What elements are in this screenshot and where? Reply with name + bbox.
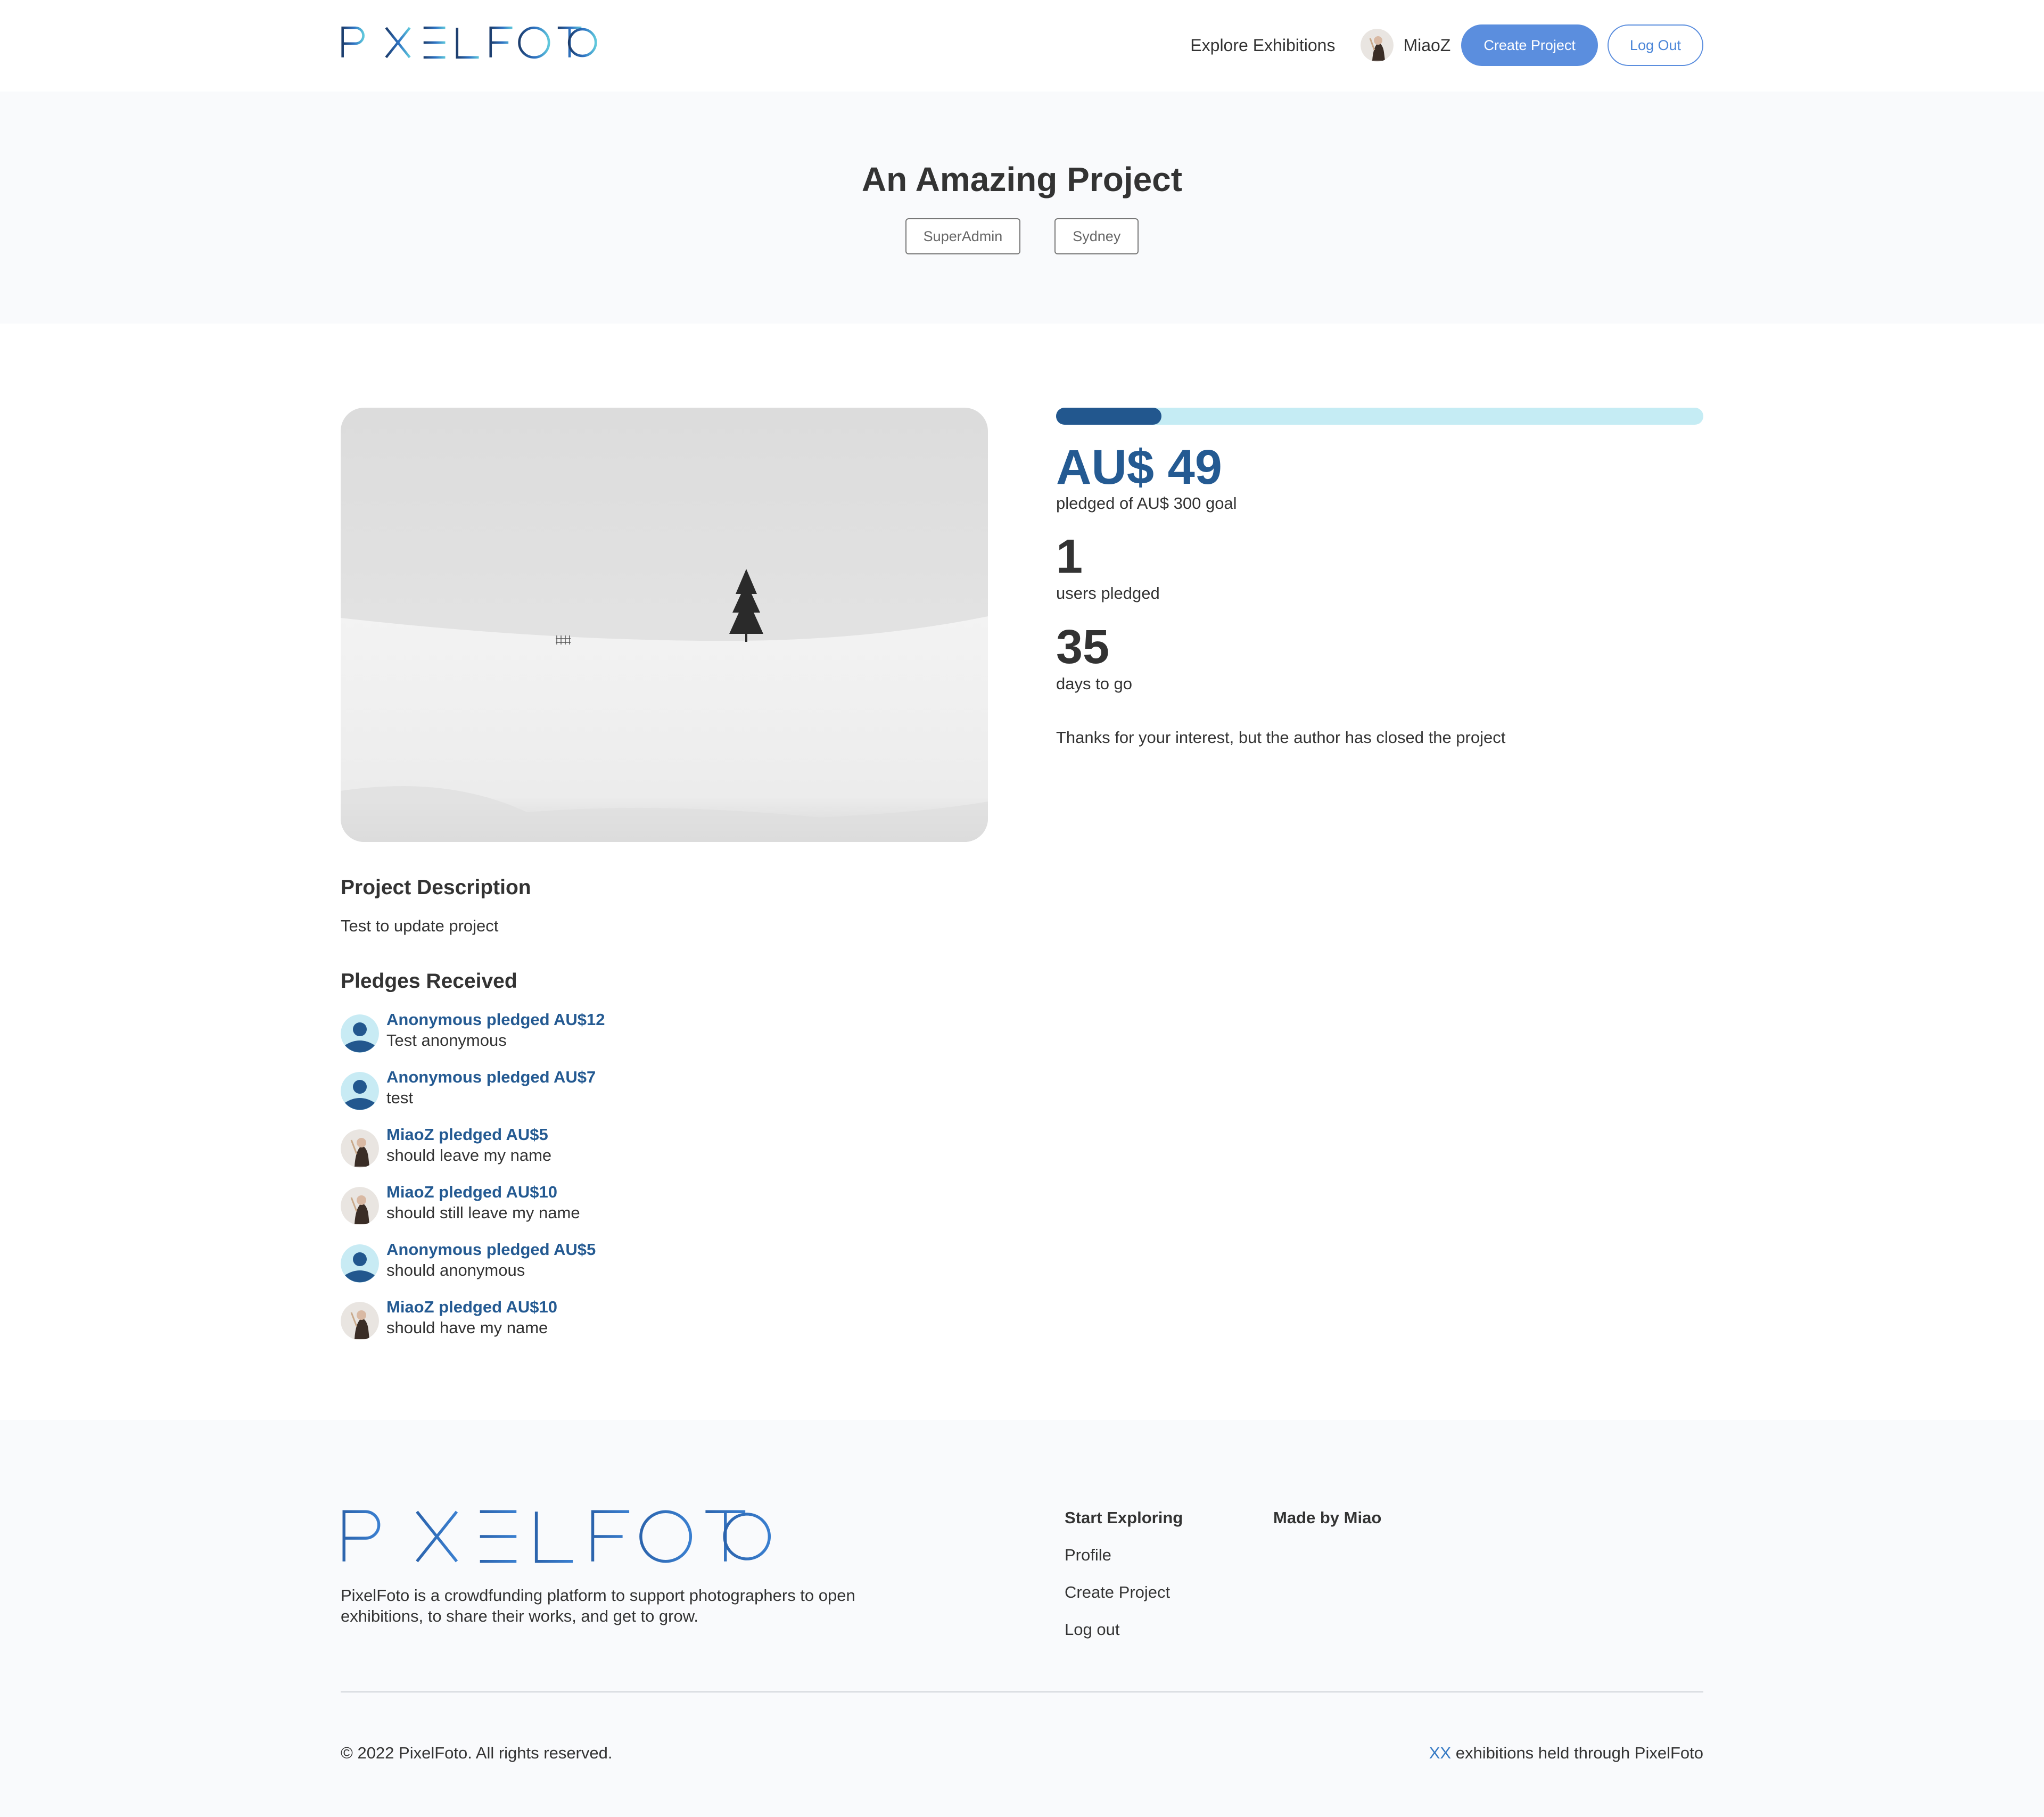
footer-create-project-link[interactable]: Create Project xyxy=(1065,1583,1183,1604)
exhibitions-stat: XX exhibitions held through PixelFoto xyxy=(1429,1744,1703,1763)
pixelfoto-footer-logo[interactable] xyxy=(341,1508,772,1565)
pledge-message: should leave my name xyxy=(386,1146,552,1164)
creator-tag[interactable]: SuperAdmin xyxy=(905,218,1021,254)
project-closed-message: Thanks for your interest, but the author… xyxy=(1056,728,1506,747)
list-item: MiaoZ pledged AU$10 should still leave m… xyxy=(341,1183,820,1225)
site-footer: PixelFoto is a crowdfunding platform to … xyxy=(0,1420,2044,1817)
list-item: Anonymous pledged AU$7 test xyxy=(341,1068,820,1110)
explore-exhibitions-link[interactable]: Explore Exhibitions xyxy=(1190,36,1335,55)
backers-caption: users pledged xyxy=(1056,584,1160,602)
log-out-button[interactable]: Log Out xyxy=(1607,24,1703,66)
pledge-title[interactable]: MiaoZ pledged AU$5 xyxy=(386,1125,548,1144)
footer-log-out-link[interactable]: Log out xyxy=(1065,1620,1183,1641)
pledge-title[interactable]: Anonymous pledged AU$12 xyxy=(386,1010,605,1029)
user-photo-avatar xyxy=(341,1129,379,1168)
footer-about-text: PixelFoto is a crowdfunding platform to … xyxy=(341,1586,855,1625)
pledged-goal-caption: pledged of AU$ 300 goal xyxy=(1056,494,1237,513)
location-tag[interactable]: Sydney xyxy=(1054,218,1139,254)
footer-explore-heading: Start Exploring xyxy=(1065,1508,1183,1527)
user-photo-avatar xyxy=(341,1187,379,1225)
days-left-caption: days to go xyxy=(1056,674,1133,693)
pledge-title[interactable]: Anonymous pledged AU$5 xyxy=(386,1240,596,1259)
list-item: Anonymous pledged AU$5 should anonymous xyxy=(341,1240,820,1283)
user-avatar[interactable] xyxy=(1361,29,1394,62)
site-header: Explore Exhibitions MiaoZ Create Project… xyxy=(0,0,2044,92)
footer-credit-heading: Made by Miao xyxy=(1273,1508,1382,1527)
project-photo xyxy=(341,408,988,842)
pledge-message: should anonymous xyxy=(386,1261,525,1279)
description-heading: Project Description xyxy=(341,876,531,899)
pledge-message: Test anonymous xyxy=(386,1031,507,1050)
project-hero: An Amazing Project SuperAdmin Sydney xyxy=(0,92,2044,324)
days-left-count: 35 xyxy=(1056,621,1110,674)
anonymous-avatar-icon xyxy=(341,1244,379,1283)
list-item: Anonymous pledged AU$12 Test anonymous xyxy=(341,1010,820,1053)
list-item: MiaoZ pledged AU$5 should leave my name xyxy=(341,1125,820,1168)
create-project-button[interactable]: Create Project xyxy=(1461,24,1598,66)
copyright-text: © 2022 PixelFoto. All rights reserved. xyxy=(341,1744,613,1762)
list-item: MiaoZ pledged AU$10 should have my name xyxy=(341,1298,820,1340)
footer-credit-column: Made by Miao xyxy=(1273,1508,1381,1530)
backers-count: 1 xyxy=(1056,530,1083,583)
exhibitions-stat-text: exhibitions held through PixelFoto xyxy=(1451,1744,1703,1762)
anonymous-avatar-icon xyxy=(341,1072,379,1110)
footer-divider xyxy=(341,1691,1703,1692)
funding-progress-bar xyxy=(1056,408,1703,425)
project-tags: SuperAdmin Sydney xyxy=(0,218,2044,254)
pledge-title[interactable]: MiaoZ pledged AU$10 xyxy=(386,1298,557,1317)
footer-profile-link[interactable]: Profile xyxy=(1065,1546,1183,1567)
username-label[interactable]: MiaoZ xyxy=(1403,36,1450,55)
project-title: An Amazing Project xyxy=(861,160,1183,199)
pledge-message: should have my name xyxy=(386,1318,548,1337)
pixelfoto-logo[interactable] xyxy=(341,24,597,61)
pledges-heading: Pledges Received xyxy=(341,970,517,993)
pledge-message: should still leave my name xyxy=(386,1203,580,1222)
pledge-title[interactable]: MiaoZ pledged AU$10 xyxy=(386,1183,557,1202)
pledge-title[interactable]: Anonymous pledged AU$7 xyxy=(386,1068,596,1087)
user-photo-avatar xyxy=(341,1302,379,1340)
funding-progress-fill xyxy=(1056,408,1162,425)
top-nav: Explore Exhibitions MiaoZ Create Project… xyxy=(1190,24,1703,66)
pledge-message: test xyxy=(386,1088,413,1107)
description-text: Test to update project xyxy=(341,916,499,935)
anonymous-avatar-icon xyxy=(341,1014,379,1053)
footer-explore-column: Start Exploring Profile Create Project L… xyxy=(1065,1508,1183,1641)
pledged-amount: AU$ 49 xyxy=(1056,440,1222,494)
exhibitions-count: XX xyxy=(1429,1744,1452,1762)
